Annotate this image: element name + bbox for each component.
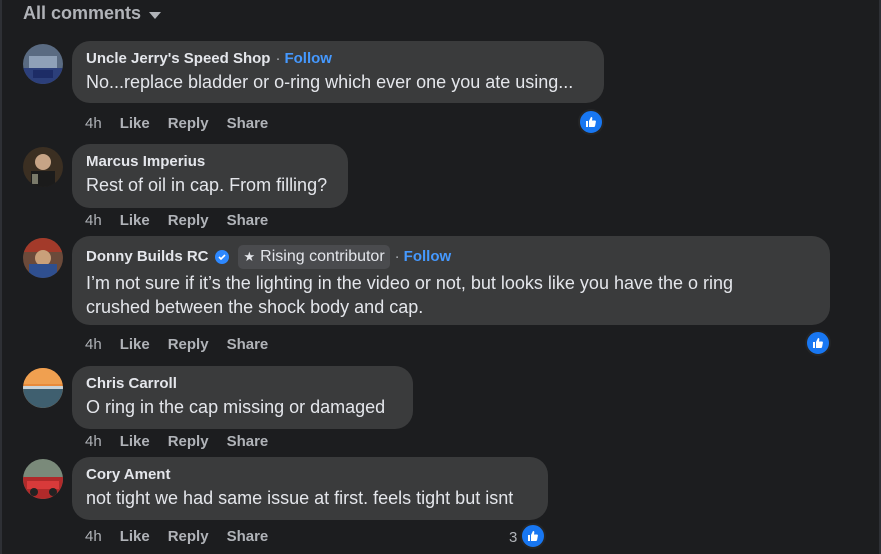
comment-actions: 4h Like Reply Share: [85, 115, 286, 132]
reply-button[interactable]: Reply: [168, 115, 209, 132]
comment-bubble: Marcus Imperius Rest of oil in cap. From…: [72, 144, 348, 208]
share-button[interactable]: Share: [227, 115, 269, 132]
like-button[interactable]: Like: [120, 115, 150, 132]
comment-timestamp[interactable]: 4h: [85, 115, 102, 132]
separator-dot: ·: [275, 50, 281, 67]
reply-button[interactable]: Reply: [168, 212, 209, 229]
comment-author[interactable]: Donny Builds RC: [86, 248, 209, 266]
comment-timestamp[interactable]: 4h: [85, 336, 102, 353]
comment-text: Rest of oil in cap. From filling?: [86, 175, 328, 195]
share-button[interactable]: Share: [227, 433, 269, 450]
caret-down-icon: [149, 11, 162, 19]
comment-actions: 4h Like Reply Share: [85, 433, 286, 450]
avatar[interactable]: [23, 238, 63, 278]
filter-label: All comments: [23, 3, 142, 23]
like-button[interactable]: Like: [120, 336, 150, 353]
reaction-count[interactable]: 3: [509, 529, 517, 546]
badge-label: Rising contributor: [260, 248, 385, 265]
avatar[interactable]: [23, 147, 63, 187]
star-icon: ★: [243, 249, 256, 264]
reply-button[interactable]: Reply: [168, 528, 209, 545]
comment-bubble: Uncle Jerry's Speed Shop · Follow No...r…: [72, 41, 604, 103]
comment-author[interactable]: Marcus Imperius: [86, 153, 205, 171]
share-button[interactable]: Share: [227, 336, 269, 353]
thumbs-up-icon[interactable]: [520, 523, 546, 549]
reply-button[interactable]: Reply: [168, 336, 209, 353]
reply-button[interactable]: Reply: [168, 433, 209, 450]
comment-text-line-2: crushed between the shock body and cap.: [86, 297, 424, 317]
comment-text: not tight we had same issue at first. fe…: [86, 488, 514, 508]
comment-text: O ring in the cap missing or damaged: [86, 397, 386, 417]
comment-timestamp[interactable]: 4h: [85, 212, 102, 229]
comment-bubble: Chris Carroll O ring in the cap missing …: [72, 366, 413, 429]
share-button[interactable]: Share: [227, 528, 269, 545]
like-button[interactable]: Like: [120, 528, 150, 545]
rising-contributor-badge[interactable]: ★ Rising contributor: [237, 245, 390, 269]
comment-actions: 4h Like Reply Share: [85, 528, 286, 545]
comment-author[interactable]: Cory Ament: [86, 466, 170, 484]
comment-filter-dropdown[interactable]: All comments: [23, 3, 162, 24]
comment-timestamp[interactable]: 4h: [85, 528, 102, 545]
follow-button[interactable]: Follow: [404, 248, 452, 266]
comment-bubble: Cory Ament not tight we had same issue a…: [72, 457, 548, 520]
comment-text-line-1: I’m not sure if it’s the lighting in the…: [86, 273, 734, 293]
like-button[interactable]: Like: [120, 433, 150, 450]
verified-badge-icon: [214, 250, 229, 264]
separator-dot: ·: [394, 248, 400, 265]
avatar[interactable]: [23, 368, 63, 408]
follow-button[interactable]: Follow: [284, 50, 332, 68]
comment-author[interactable]: Uncle Jerry's Speed Shop: [86, 50, 270, 68]
avatar[interactable]: [23, 44, 63, 84]
comment-actions: 4h Like Reply Share: [85, 212, 286, 229]
like-button[interactable]: Like: [120, 212, 150, 229]
thumbs-up-icon[interactable]: [578, 109, 604, 135]
comment-timestamp[interactable]: 4h: [85, 433, 102, 450]
share-button[interactable]: Share: [227, 212, 269, 229]
comment-bubble: Donny Builds RC ★ Rising contributor · F…: [72, 236, 830, 325]
avatar[interactable]: [23, 459, 63, 499]
comment-actions: 4h Like Reply Share: [85, 336, 286, 353]
thumbs-up-icon[interactable]: [805, 330, 831, 356]
comment-text: No...replace bladder or o-ring which eve…: [86, 72, 574, 92]
comment-author[interactable]: Chris Carroll: [86, 375, 177, 393]
